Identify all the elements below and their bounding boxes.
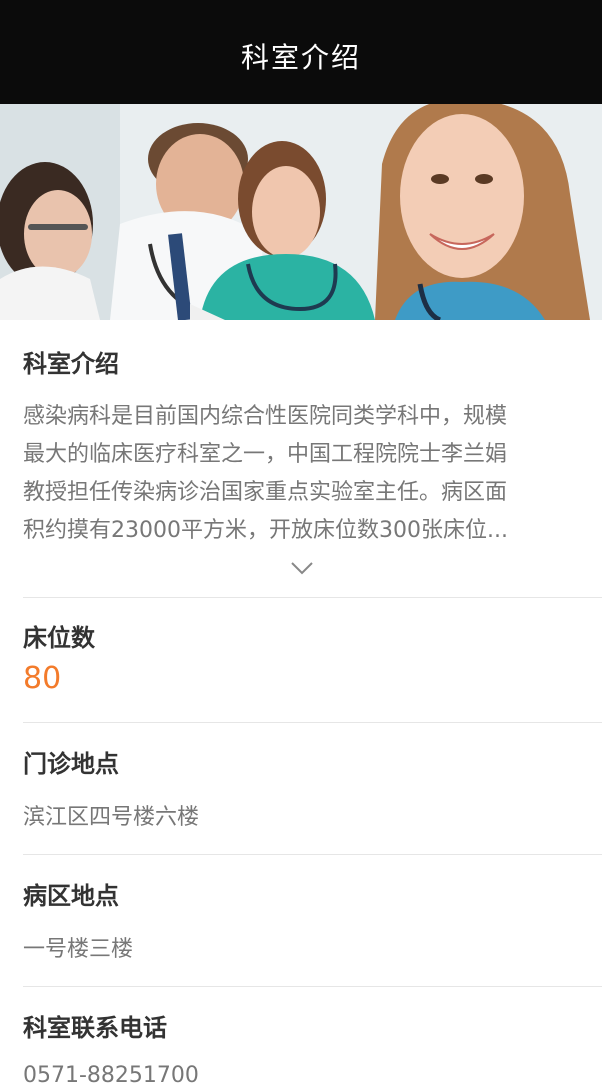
chevron-down-icon[interactable] [290, 560, 314, 576]
intro-line: 最大的临床医疗科室之一，中国工程院院士李兰娟 [23, 442, 508, 467]
beds-title: 床位数 [23, 624, 95, 652]
divider [23, 722, 602, 723]
divider [23, 597, 602, 598]
page-title: 科室介绍 [240, 41, 361, 74]
ward-location-title: 病区地点 [23, 882, 119, 910]
beds-section: 床位数 80 [23, 618, 602, 696]
intro-section: 科室介绍 [23, 344, 602, 379]
divider [23, 854, 602, 855]
ward-location-value: 一号楼三楼 [23, 937, 134, 962]
ward-location-section: 病区地点 一号楼三楼 [23, 876, 602, 963]
intro-line: 感染病科是目前国内综合性医院同类学科中，规模 [23, 404, 508, 429]
intro-title: 科室介绍 [23, 350, 119, 378]
phone-section: 科室联系电话 0571-88251700 [23, 1008, 602, 1088]
clinic-location-value: 滨江区四号楼六楼 [23, 805, 200, 830]
intro-line: 教授担任传染病诊治国家重点实验室主任。病区面 [23, 480, 508, 505]
phone-value[interactable]: 0571-88251700 [23, 1063, 602, 1088]
clinic-location-title: 门诊地点 [23, 750, 119, 778]
phone-title: 科室联系电话 [23, 1014, 167, 1042]
banner-image [0, 104, 602, 320]
clinic-location-section: 门诊地点 滨江区四号楼六楼 [23, 744, 602, 831]
banner-carousel[interactable] [0, 104, 602, 320]
top-bar: 科室介绍 [0, 0, 602, 104]
intro-text-block: 感染病科是目前国内综合性医院同类学科中，规模 最大的临床医疗科室之一，中国工程院… [23, 398, 602, 550]
beds-value: 80 [23, 661, 62, 696]
divider [23, 986, 602, 987]
intro-line: 积约摸有23000平方米，开放床位数300张床位... [23, 518, 508, 543]
